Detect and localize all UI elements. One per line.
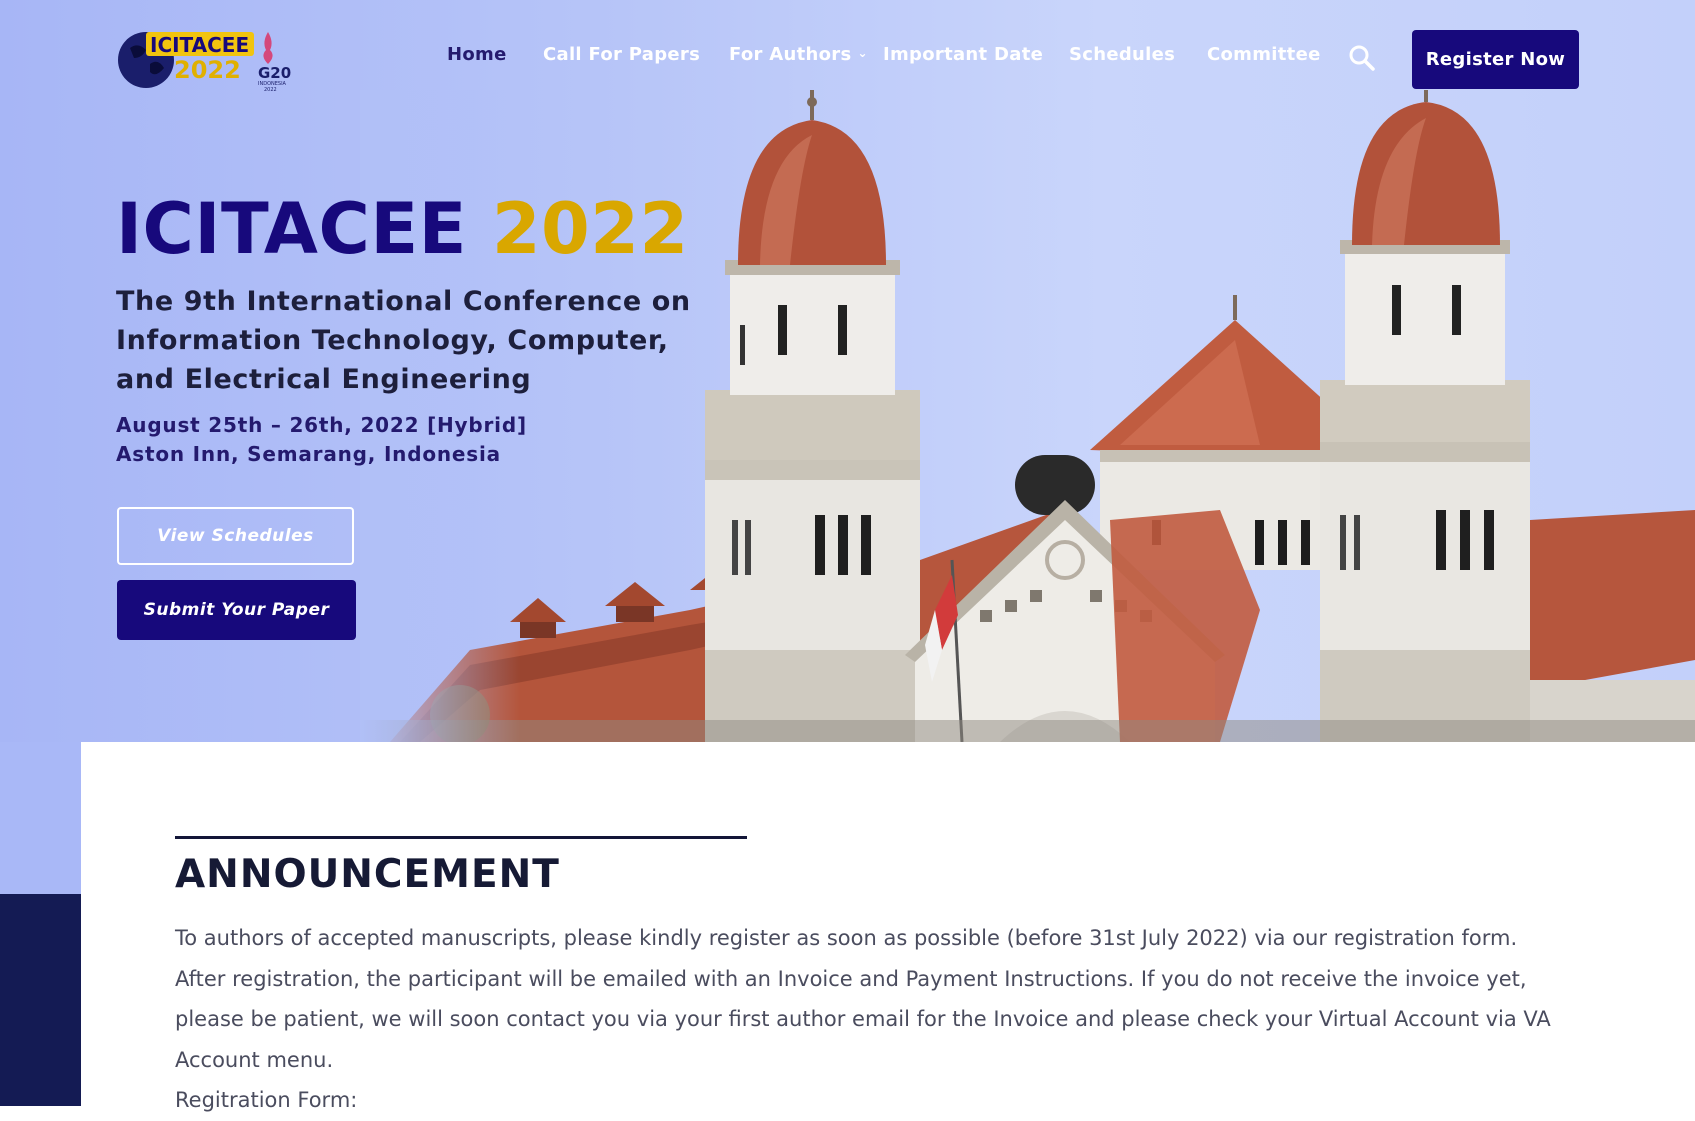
logo-text-year: 2022 (174, 56, 241, 84)
search-icon[interactable] (1348, 44, 1376, 72)
hero-date: August 25th – 26th, 2022 [Hybrid] (116, 413, 527, 437)
view-schedules-button[interactable]: View Schedules (117, 507, 354, 565)
hero-left-strip (0, 742, 81, 894)
announcement-divider (175, 836, 747, 839)
announcement-registration-label: Regitration Form: (175, 1088, 358, 1112)
nav-call-for-papers[interactable]: Call For Papers (543, 44, 700, 65)
hero-section: ICITACEE 2022 G20 INDONESIA 2022 Home Ca… (0, 0, 1695, 742)
decorative-navy-block (0, 894, 81, 1106)
hero-title-name: ICITACEE (116, 188, 467, 270)
announcement-body: To authors of accepted manuscripts, plea… (175, 918, 1585, 1121)
g20-logo-text: G20 (258, 64, 291, 82)
nav-for-authors-label: For Authors (729, 44, 852, 65)
nav-home[interactable]: Home (447, 44, 507, 65)
nav-important-date[interactable]: Important Date (883, 44, 1043, 65)
hero-title-year: 2022 (491, 188, 689, 270)
g20-logo-sub2: 2022 (264, 87, 277, 92)
nav-for-authors[interactable]: For Authors ⌄ (729, 44, 868, 65)
announcement-paragraph: After registration, the participant will… (175, 966, 1551, 1072)
announcement-title: ANNOUNCEMENT (175, 852, 560, 897)
hero-subtitle: The 9th International Conference on Info… (116, 286, 691, 395)
nav-schedules[interactable]: Schedules (1069, 44, 1175, 65)
announcement-paragraph: To authors of accepted manuscripts, plea… (175, 926, 1518, 950)
nav-committee[interactable]: Committee (1207, 44, 1321, 65)
submit-paper-button[interactable]: Submit Your Paper (117, 580, 356, 640)
conference-logo[interactable]: ICITACEE 2022 G20 INDONESIA 2022 (116, 28, 302, 92)
register-now-button[interactable]: Register Now (1412, 30, 1579, 89)
chevron-down-icon: ⌄ (857, 46, 868, 60)
hero-venue: Aston Inn, Semarang, Indonesia (116, 442, 501, 466)
hero-title: ICITACEE 2022 (116, 188, 689, 270)
logo-text-top: ICITACEE (150, 33, 249, 57)
